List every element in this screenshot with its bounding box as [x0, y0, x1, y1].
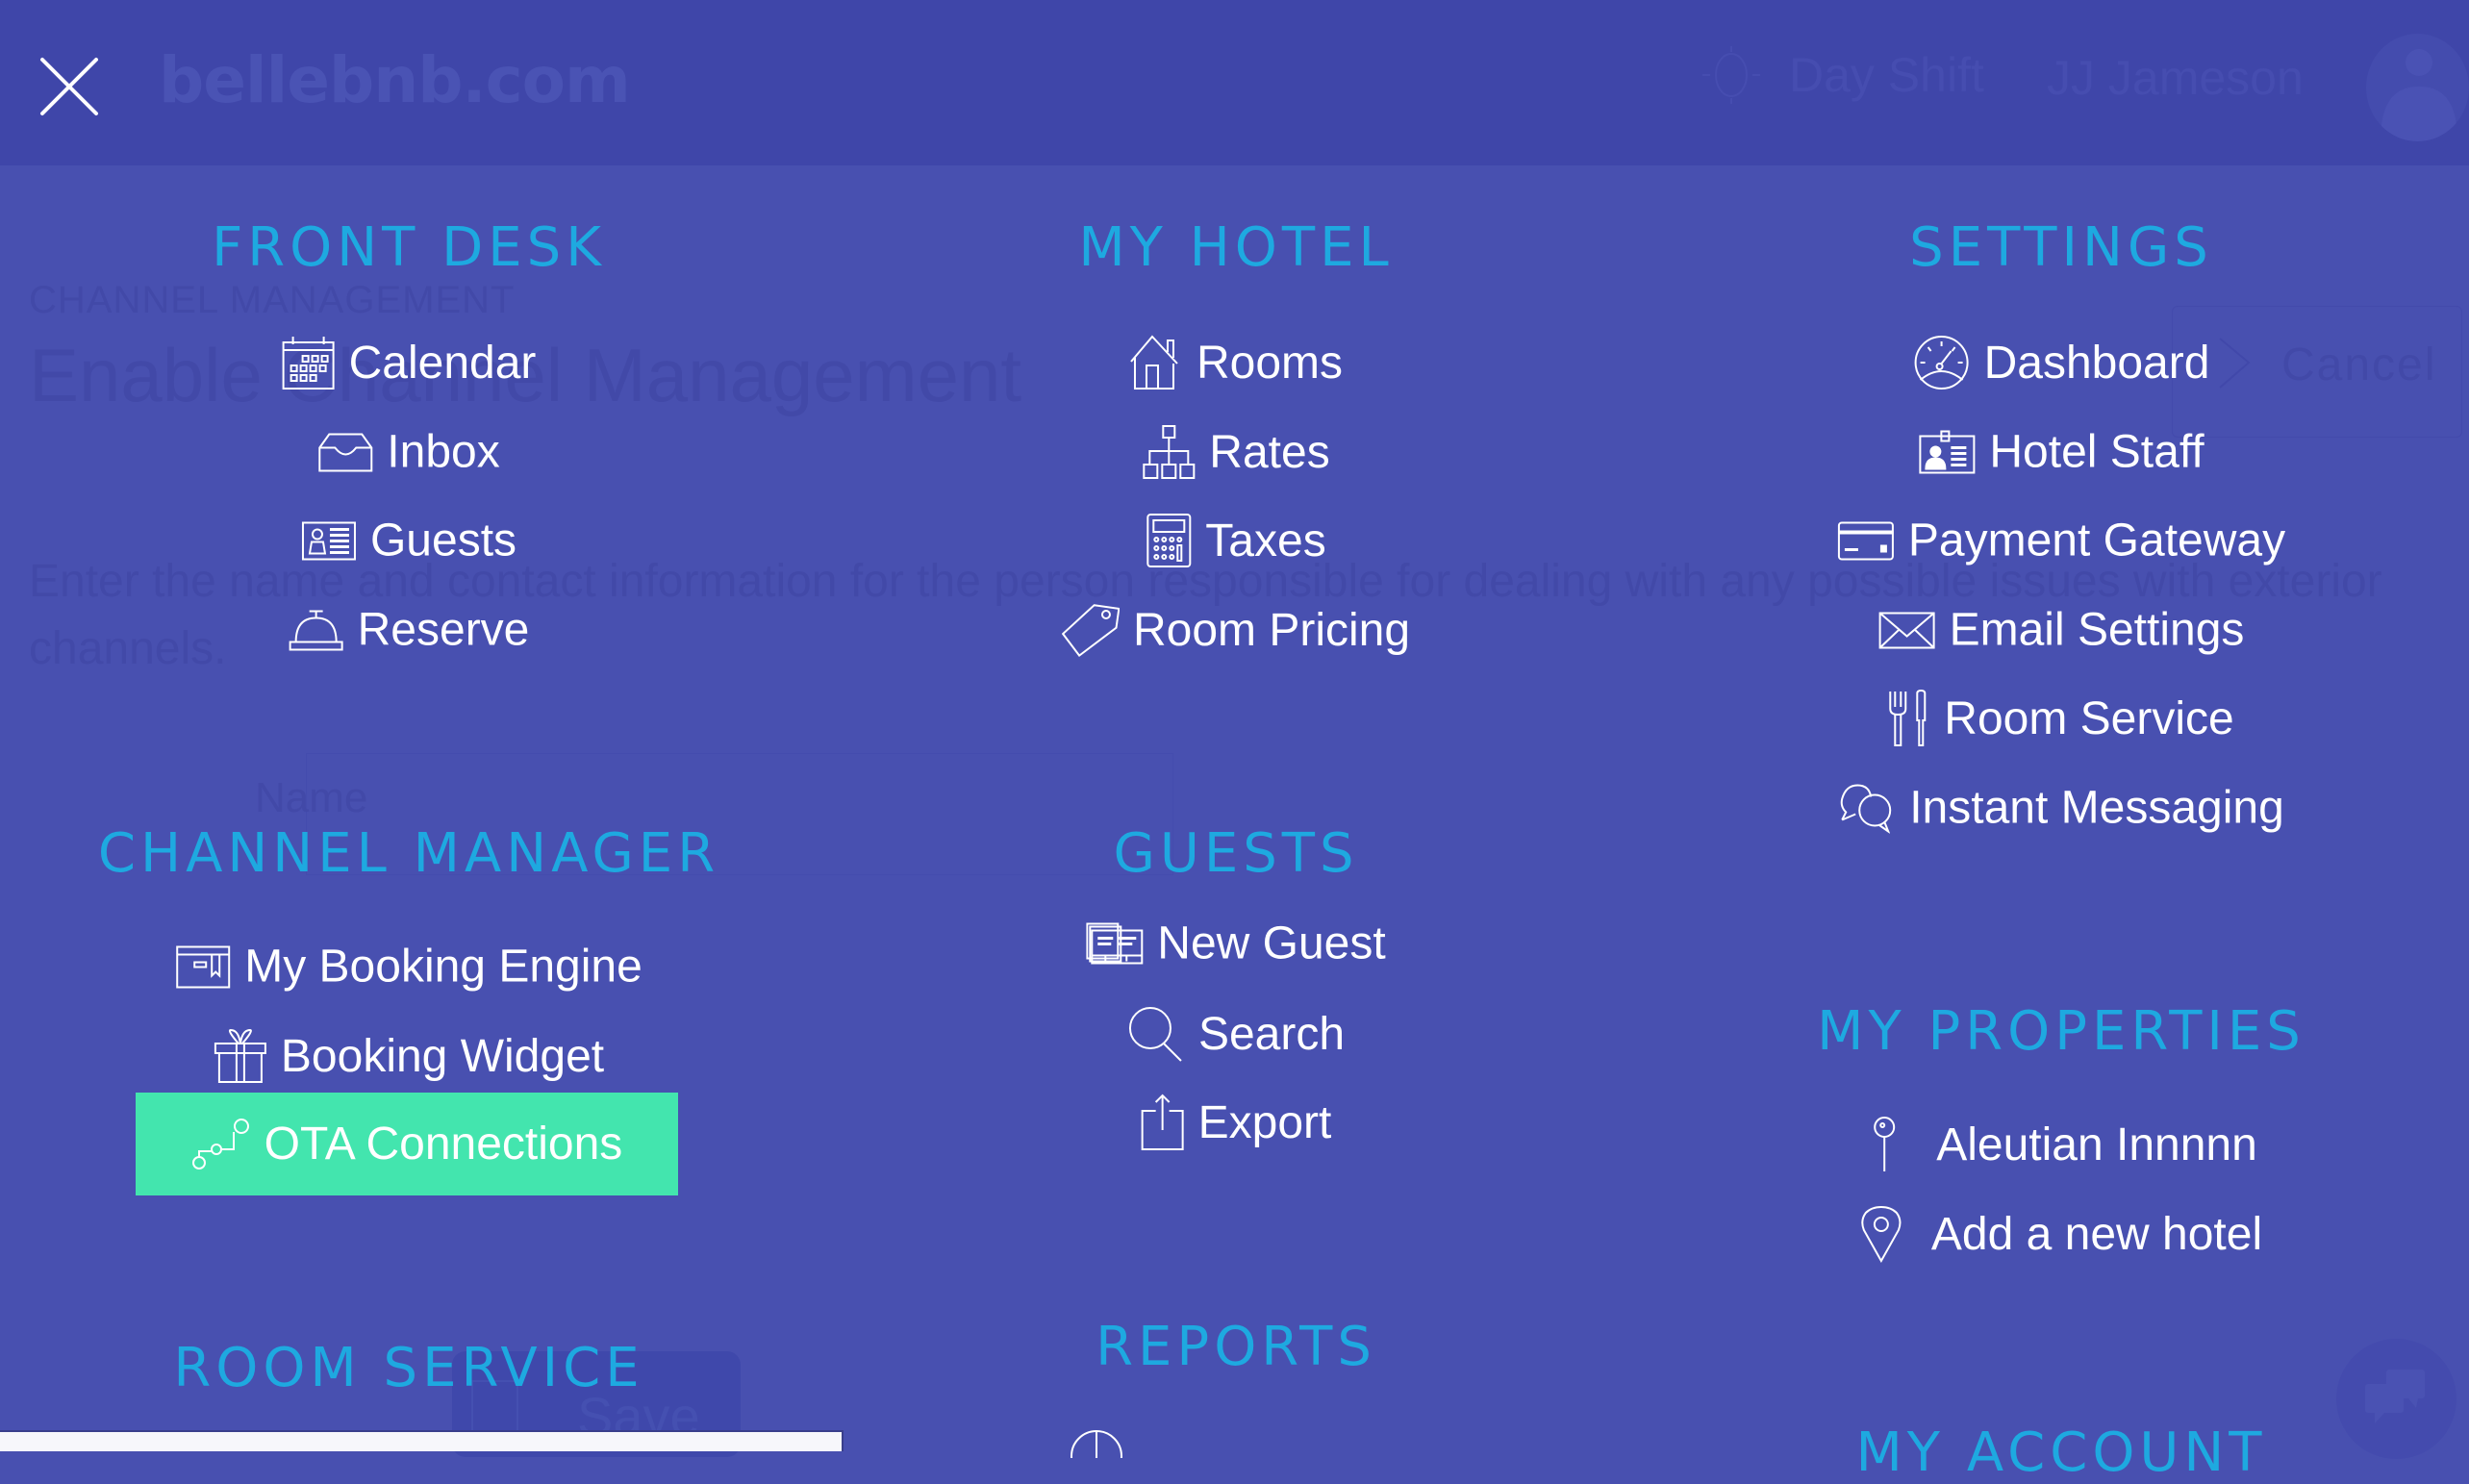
section-title-guests: GUESTS [1113, 822, 1359, 885]
menu-item-label: Email Settings [1949, 604, 2245, 656]
menu-item-booking-widget[interactable]: Booking Widget [214, 1028, 604, 1084]
bottom-panel [0, 1430, 844, 1451]
menu-item-rates[interactable]: Rates [1142, 424, 1330, 480]
section-title-my-account: MY ACCOUNT [1855, 1421, 2267, 1484]
section-title-my-hotel: MY HOTEL [1078, 216, 1394, 279]
menu-item-room-pricing[interactable]: Room Pricing [1061, 601, 1411, 659]
location-marker-icon [1861, 1205, 1902, 1263]
menu-item-guests[interactable]: Guests [301, 515, 516, 567]
calendar-icon [282, 337, 335, 390]
menu-item-label: Rooms [1196, 337, 1344, 389]
staff-badge-icon [1919, 430, 1976, 473]
menu-item-inbox[interactable]: Inbox [317, 426, 500, 479]
guest-cards-icon [1086, 922, 1144, 964]
brand-logo: bellebnb.com [159, 43, 631, 117]
top-header: bellebnb.com Day Shift JJ Jameson [0, 0, 2469, 165]
cancel-button-label: Cancel [2281, 340, 2437, 390]
menu-item-label: Rates [1209, 426, 1330, 478]
booking-engine-icon [176, 945, 231, 988]
menu-item-hotel-staff[interactable]: Hotel Staff [1918, 426, 2204, 479]
menu-item-new-guest[interactable]: New Guest [1086, 918, 1386, 970]
calculator-icon [1146, 514, 1192, 567]
sun-icon [1702, 46, 1760, 104]
price-tag-icon [1061, 604, 1120, 658]
user-avatar [2366, 34, 2469, 141]
menu-item-label: Calendar [348, 337, 537, 389]
menu-item-label: Room Pricing [1132, 604, 1411, 656]
menu-item-label: Inbox [387, 426, 500, 478]
menu-item-email-settings[interactable]: Email Settings [1878, 604, 2245, 657]
section-title-room-service: ROOM SERVICE [173, 1337, 644, 1399]
menu-item-reserve[interactable]: Reserve [289, 604, 530, 657]
shift-label: Day Shift [1789, 48, 1984, 102]
menu-item-instant-messaging[interactable]: Instant Messaging [1838, 782, 2284, 835]
menu-item-label: Search [1197, 1008, 1346, 1060]
bell-icon [289, 610, 343, 650]
menu-item-label: Aleutian Innnnn [1936, 1119, 2257, 1170]
close-menu-button[interactable] [38, 56, 100, 117]
menu-item-label: Export [1197, 1096, 1332, 1148]
menu-item-dashboard[interactable]: Dashboard [1913, 334, 2210, 391]
section-title-my-properties: MY PROPERTIES [1817, 1000, 2305, 1063]
hierarchy-icon [1143, 425, 1196, 479]
shift-indicator: Day Shift [1702, 46, 1984, 104]
chevron-right-icon [2219, 338, 2251, 389]
menu-item-label: OTA Connections [264, 1119, 623, 1170]
inbox-icon [318, 433, 373, 471]
menu-item-label: Reserve [357, 604, 530, 656]
connections-icon [191, 1118, 249, 1170]
section-title-channel-manager: CHANNEL MANAGER [97, 822, 720, 885]
house-icon [1130, 335, 1178, 390]
chat-launcher [2336, 1339, 2456, 1459]
menu-item-label: Booking Widget [280, 1030, 605, 1082]
menu-item-taxes[interactable]: Taxes [1146, 513, 1326, 568]
credit-card-icon [1837, 521, 1894, 560]
pie-chart-icon [1071, 1430, 1122, 1458]
menu-item-search[interactable]: Search [1127, 1005, 1345, 1063]
menu-item-property-aleutian[interactable]: Aleutian Innnnn [1865, 1116, 2257, 1173]
menu-item-label: Hotel Staff [1989, 426, 2204, 478]
envelope-icon [1878, 612, 1935, 648]
menu-item-my-booking-engine[interactable]: My Booking Engine [175, 941, 642, 994]
menu-item-label: Dashboard [1983, 337, 2210, 389]
menu-item-label: New Guest [1157, 918, 1386, 969]
export-icon [1141, 1094, 1184, 1150]
guest-card-icon [301, 521, 356, 560]
menu-item-payment-gateway[interactable]: Payment Gateway [1837, 515, 2285, 567]
name-label: Name [255, 774, 368, 821]
menu-item-rooms[interactable]: Rooms [1129, 335, 1343, 390]
menu-item-ota-connections[interactable]: OTA Connections [136, 1093, 678, 1195]
section-title-settings: SETTINGS [1909, 216, 2213, 279]
page-eyebrow: CHANNEL MANAGEMENT [29, 279, 516, 321]
menu-item-export[interactable]: Export [1141, 1094, 1332, 1151]
chat-icon [2365, 1370, 2425, 1423]
menu-item-label: Add a new hotel [1930, 1208, 2263, 1260]
menu-item-label: Taxes [1205, 515, 1326, 566]
gift-icon [214, 1028, 266, 1083]
menu-item-label: My Booking Engine [244, 941, 642, 993]
menu-item-calendar[interactable]: Calendar [282, 335, 537, 390]
user-name: JJ Jameson [2047, 51, 2304, 105]
chat-bubbles-icon [1840, 783, 1892, 833]
menu-item-label: Room Service [1944, 692, 2234, 744]
pin-icon [1874, 1117, 1896, 1171]
section-title-reports: REPORTS [1096, 1316, 1376, 1378]
menu-item-label: Instant Messaging [1909, 782, 2284, 834]
menu-item-room-service[interactable]: Room Service [1888, 690, 2234, 747]
menu-item-label: Payment Gateway [1907, 515, 2286, 566]
search-icon [1128, 1007, 1182, 1062]
section-title-front-desk: FRONT DESK [212, 216, 606, 279]
menu-item-add-new-hotel[interactable]: Add a new hotel [1860, 1205, 2262, 1263]
menu-item-label: Guests [369, 515, 517, 566]
fork-knife-icon [1889, 690, 1927, 746]
speedometer-icon [1914, 336, 1969, 390]
